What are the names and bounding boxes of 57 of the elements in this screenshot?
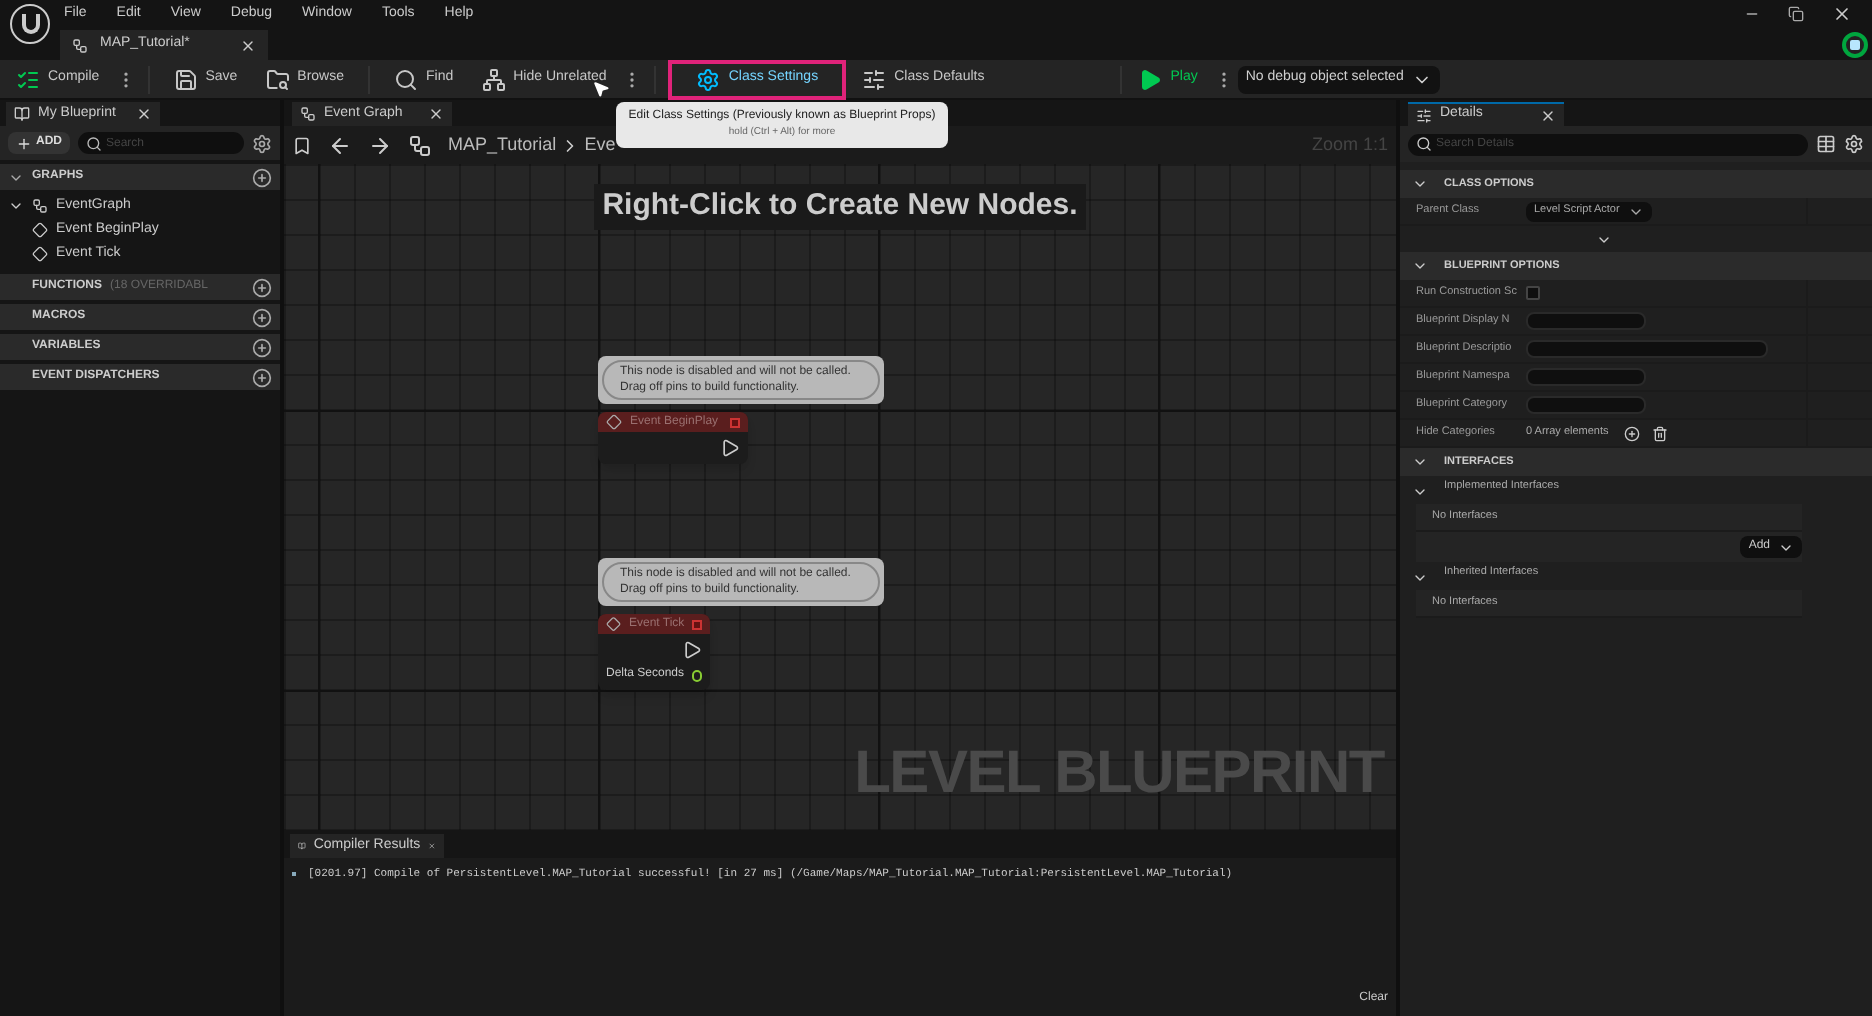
graph-canvas[interactable] xyxy=(284,164,1396,830)
close-icon[interactable] xyxy=(136,106,152,122)
add-icon[interactable] xyxy=(252,367,272,387)
folder-search-icon xyxy=(265,67,290,91)
add-icon[interactable] xyxy=(252,167,272,187)
delete-icon[interactable] xyxy=(1652,425,1668,441)
engine-logo-icon[interactable] xyxy=(10,4,50,44)
close-icon[interactable] xyxy=(1832,4,1852,24)
search-icon xyxy=(1416,136,1432,152)
nodes-icon xyxy=(481,67,506,91)
text-field[interactable] xyxy=(1526,368,1646,386)
add-icon[interactable] xyxy=(252,307,272,327)
graph-watermark: LEVEL BLUEPRINT xyxy=(854,738,1384,810)
search-icon xyxy=(86,135,102,151)
settings-icon xyxy=(696,67,721,91)
search-icon xyxy=(394,67,418,91)
breadcrumb-link[interactable]: Eve xyxy=(584,131,616,159)
exec-pin-icon[interactable] xyxy=(682,640,702,660)
delegate-pin-icon xyxy=(692,619,702,629)
table-icon[interactable] xyxy=(1816,134,1836,154)
settings-icon[interactable] xyxy=(1844,134,1864,154)
sliders-icon xyxy=(1416,107,1432,123)
add-icon[interactable] xyxy=(252,277,272,297)
sliders-icon xyxy=(862,67,887,91)
graph-icon xyxy=(300,106,316,122)
text-field[interactable] xyxy=(1526,340,1768,358)
mouse-cursor-icon xyxy=(592,80,610,98)
restore-icon[interactable] xyxy=(1788,6,1804,22)
text-field[interactable] xyxy=(1526,396,1646,414)
event-icon xyxy=(606,616,621,632)
play-icon xyxy=(1138,67,1163,91)
graph-hint: Right-Click to Create New Nodes. xyxy=(594,184,1086,229)
breadcrumb-link[interactable]: MAP_Tutorial xyxy=(448,131,557,159)
checkbox[interactable] xyxy=(1526,286,1540,300)
exec-pin-icon[interactable] xyxy=(720,438,740,458)
text-field[interactable] xyxy=(1526,312,1646,330)
delegate-pin-icon xyxy=(730,417,740,427)
close-icon[interactable] xyxy=(240,37,256,53)
plus-icon xyxy=(16,135,32,151)
book-icon xyxy=(14,106,30,122)
graph-icon xyxy=(32,198,48,214)
add-icon[interactable] xyxy=(252,337,272,357)
level-icon xyxy=(72,37,88,53)
forward-icon[interactable] xyxy=(368,133,392,157)
close-icon[interactable] xyxy=(1540,107,1556,123)
add-icon[interactable] xyxy=(1624,425,1640,441)
close-icon[interactable] xyxy=(428,106,444,122)
bookmark-icon[interactable] xyxy=(292,135,312,155)
compile-check-icon xyxy=(16,67,40,91)
settings-icon[interactable] xyxy=(252,133,272,153)
back-icon[interactable] xyxy=(328,133,352,157)
save-icon xyxy=(173,67,198,91)
log-icon xyxy=(298,838,306,854)
event-icon xyxy=(606,414,622,430)
graph-icon xyxy=(408,133,432,157)
status-badge-icon[interactable] xyxy=(1842,32,1868,58)
float-pin-icon[interactable] xyxy=(692,669,702,681)
